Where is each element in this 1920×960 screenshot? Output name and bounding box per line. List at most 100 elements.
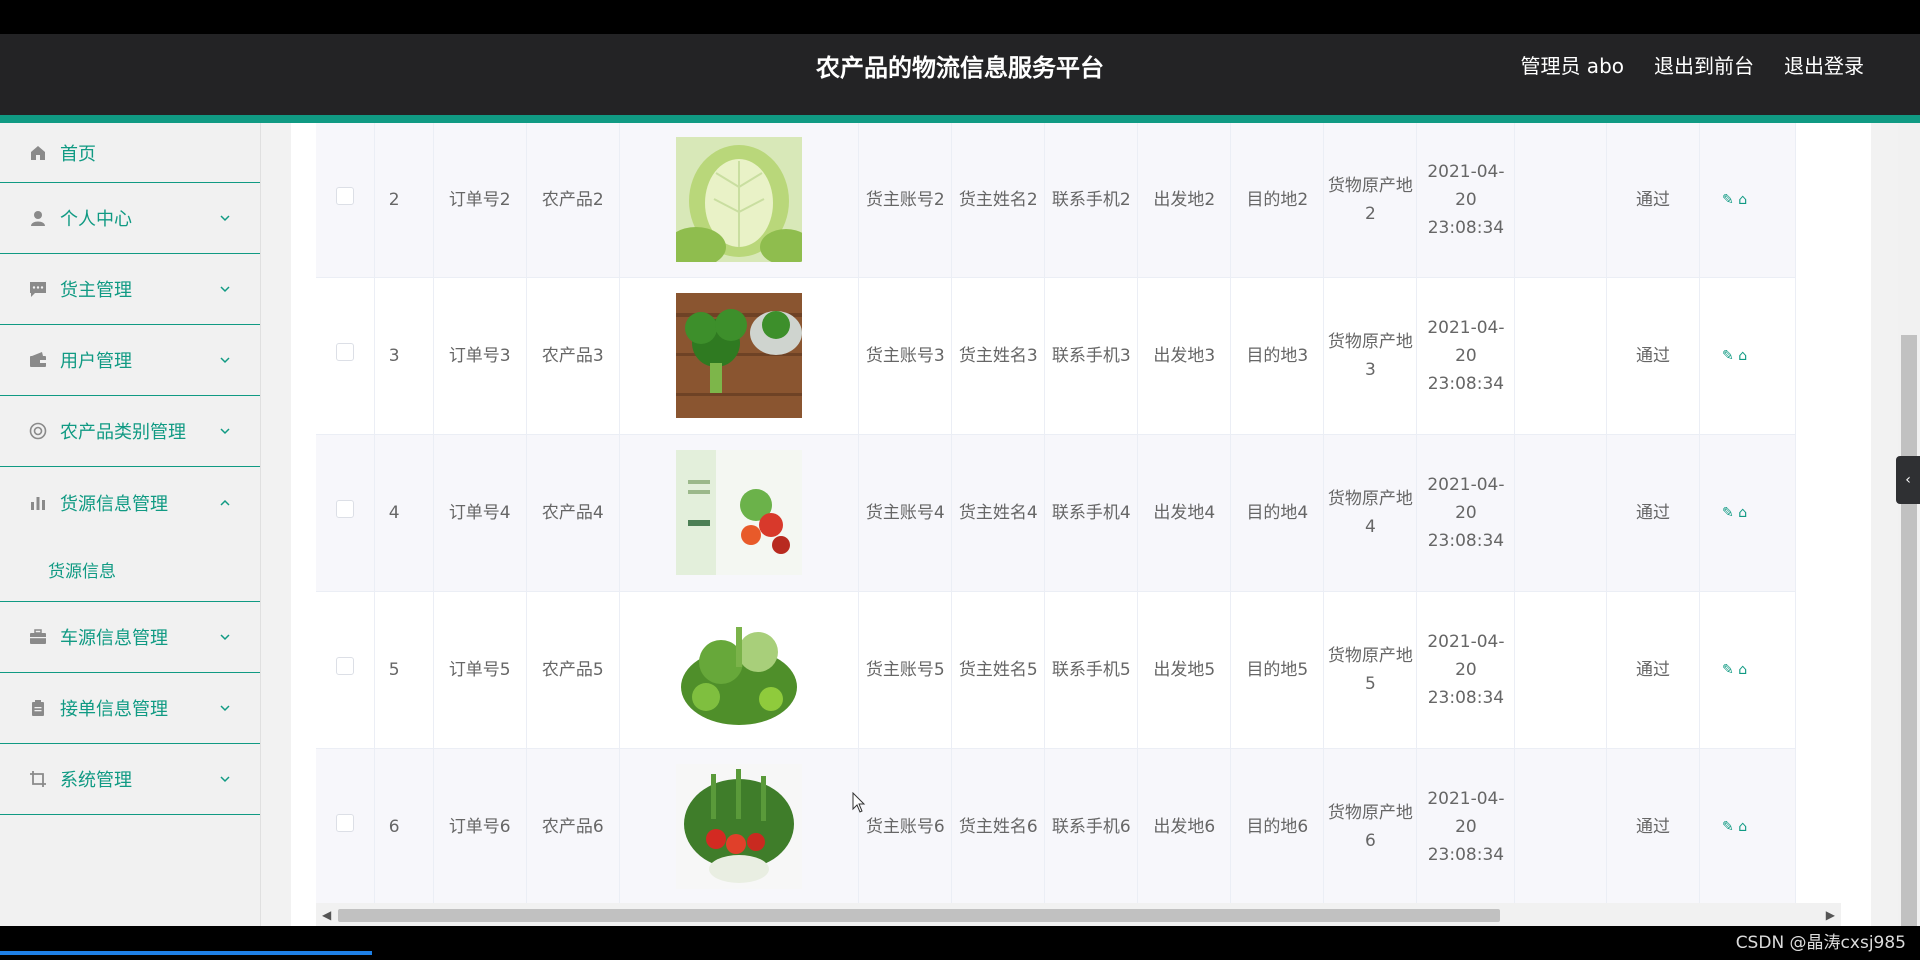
origin-cell: 货物原产地5 [1323,591,1418,749]
sidebar-item-user-management[interactable]: 用户管理 [0,325,260,396]
edit-action-cell[interactable]: ✎ ⌂ [1699,277,1796,435]
sidebar-item-vehicle-management[interactable]: 车源信息管理 [0,602,260,673]
time-cell: 2021-04-20 23:08:34 [1416,748,1516,903]
admin-user-link[interactable]: 管理员 abo [1520,50,1624,79]
chevron-down-icon [220,428,230,435]
watermark: CSDN @晶涛cxsj985 [1735,933,1906,953]
product-image-cell [619,591,860,749]
row-select-cell[interactable] [316,591,375,749]
collapse-panel-button[interactable]: ‹ [1896,456,1920,504]
row-select-cell[interactable] [316,434,375,592]
sidebar-item-label: 用户管理 [60,351,132,372]
product-image-cell [619,434,860,592]
product-image-cell [619,123,860,278]
sidebar-item-label: 货源信息管理 [60,493,168,515]
row-checkbox[interactable] [335,499,354,518]
sidebar: 首页 个人中心 货主管理 用户管理 农产品类别管理 货源信息管理 货源信息 车源… [0,123,261,926]
sidebar-item-category-management[interactable]: 农产品类别管理 [0,396,260,467]
status-cell: 通过 [1606,434,1701,592]
vertical-scrollbar[interactable] [1898,123,1920,926]
edit-icon[interactable]: ✎ ⌂ [1722,348,1747,364]
mixed-vegetables-image [676,764,803,889]
empty-cell [1514,277,1608,435]
edit-action-cell[interactable]: ✎ ⌂ [1699,591,1796,749]
empty-cell [1514,748,1608,903]
row-checkbox[interactable] [335,342,354,361]
status-cell: 通过 [1606,123,1701,278]
time-cell: 2021-04-20 23:08:34 [1416,591,1516,749]
scroll-left-icon[interactable]: ◀ [322,908,331,922]
departure-cell: 出发地5 [1137,591,1232,749]
data-table-viewport[interactable]: 2 订单号2 农产品2 货主账号2 货主姓名2 联系手机2 出发地2 目的地2 … [316,123,1841,903]
vertical-scroll-thumb[interactable] [1901,335,1917,926]
origin-cell: 货物原产地6 [1323,748,1418,903]
edit-icon[interactable]: ✎ ⌂ [1722,192,1747,208]
row-select-cell[interactable] [316,123,375,278]
scroll-right-icon[interactable]: ▶ [1826,908,1835,922]
sidebar-item-system-management[interactable]: 系统管理 [0,744,260,815]
horizontal-scrollbar[interactable]: ◀ ▶ [316,903,1841,926]
user-icon [28,208,48,228]
row-checkbox[interactable] [335,656,354,675]
header-links: 管理员 abo 退出到前台 退出登录 [1520,50,1864,79]
edit-icon[interactable]: ✎ ⌂ [1722,505,1747,521]
table-row: 2 订单号2 农产品2 货主账号2 货主姓名2 联系手机2 出发地2 目的地2 … [316,123,1841,278]
origin-cell: 货物原产地2 [1323,123,1418,278]
logout-link[interactable]: 退出登录 [1784,50,1864,79]
row-select-cell[interactable] [316,748,375,903]
row-checkbox[interactable] [335,186,354,205]
edit-icon[interactable]: ✎ ⌂ [1722,662,1747,678]
status-cell: 通过 [1606,277,1701,435]
lifebuoy-icon [28,421,48,441]
sidebar-item-label: 农产品类别管理 [60,422,186,443]
destination-cell: 目的地4 [1230,434,1325,592]
sidebar-item-home[interactable]: 首页 [0,123,260,183]
index-cell: 4 [374,434,434,592]
main-content: 2 订单号2 农产品2 货主账号2 货主姓名2 联系手机2 出发地2 目的地2 … [261,123,1920,926]
chevron-down-icon [220,776,230,783]
time-cell: 2021-04-20 23:08:34 [1416,434,1516,592]
product-name-cell: 农产品4 [526,434,620,592]
departure-cell: 出发地6 [1137,748,1232,903]
sidebar-item-label: 个人中心 [60,209,132,230]
edit-action-cell[interactable]: ✎ ⌂ [1699,434,1796,592]
exit-to-frontend-link[interactable]: 退出到前台 [1654,50,1754,79]
origin-cell: 货物原产地3 [1323,277,1418,435]
owner-name-cell: 货主姓名2 [951,123,1046,278]
wallet-icon [28,350,48,370]
sidebar-subitem-source-info[interactable]: 货源信息 [0,538,260,602]
owner-name-cell: 货主姓名3 [951,277,1046,435]
status-cell: 通过 [1606,748,1701,903]
sidebar-item-owner-management[interactable]: 货主管理 [0,254,260,325]
row-checkbox[interactable] [335,813,354,832]
owner-account-cell: 货主账号4 [858,434,953,592]
vegetable-poster-image [676,450,803,575]
mouse-cursor-icon [852,792,866,813]
row-select-cell[interactable] [316,277,375,435]
phone-cell: 联系手机6 [1044,748,1139,903]
owner-account-cell: 货主账号5 [858,591,953,749]
sidebar-item-source-management[interactable]: 货源信息管理 [0,467,260,538]
vegetable-pile-image [676,607,803,732]
order-number-cell: 订单号4 [433,434,527,592]
sidebar-item-order-management[interactable]: 接单信息管理 [0,673,260,744]
edit-action-cell[interactable]: ✎ ⌂ [1699,123,1796,278]
home-icon [28,143,48,163]
horizontal-scroll-thumb[interactable] [338,909,1500,922]
edit-icon[interactable]: ✎ ⌂ [1722,819,1747,835]
edit-action-cell[interactable]: ✎ ⌂ [1699,748,1796,903]
order-number-cell: 订单号6 [433,748,527,903]
table-row: 5 订单号5 农产品5 货主账号5 货主姓名5 联系手机5 出发地5 目的地5 … [316,591,1841,749]
table-panel: 2 订单号2 农产品2 货主账号2 货主姓名2 联系手机2 出发地2 目的地2 … [291,123,1871,926]
owner-account-cell: 货主账号3 [858,277,953,435]
sidebar-item-label: 接单信息管理 [60,699,168,720]
owner-name-cell: 货主姓名6 [951,748,1046,903]
phone-cell: 联系手机3 [1044,277,1139,435]
index-cell: 2 [374,123,434,278]
destination-cell: 目的地3 [1230,277,1325,435]
source-info-table: 2 订单号2 农产品2 货主账号2 货主姓名2 联系手机2 出发地2 目的地2 … [316,123,1841,903]
product-name-cell: 农产品3 [526,277,620,435]
header-accent-line [0,115,1920,123]
origin-cell: 货物原产地4 [1323,434,1418,592]
sidebar-item-personal-center[interactable]: 个人中心 [0,183,260,254]
